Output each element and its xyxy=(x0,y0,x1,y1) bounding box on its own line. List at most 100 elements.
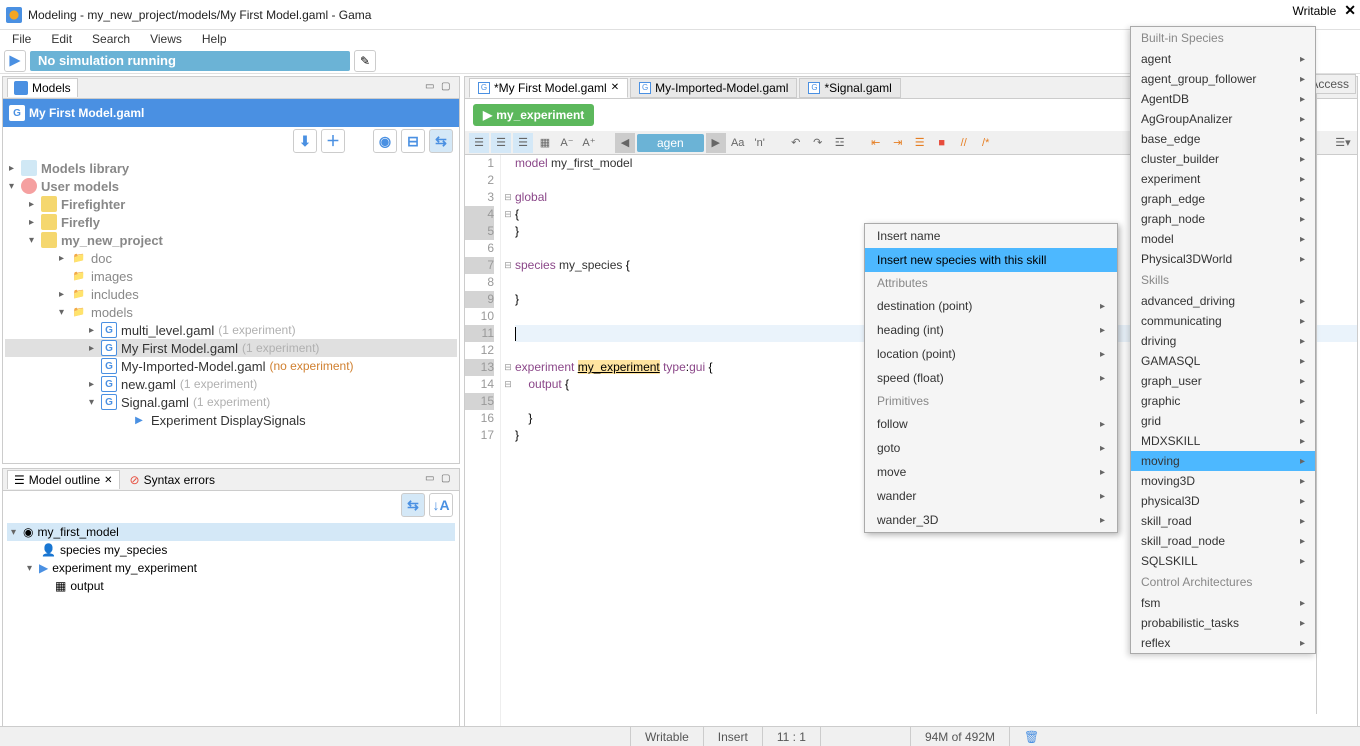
sync-button[interactable]: ⇆ xyxy=(401,493,425,517)
cm-prim-0[interactable]: follow▸ xyxy=(865,412,1117,436)
block-comment-icon[interactable]: /* xyxy=(976,133,996,153)
list-icon[interactable]: ☰ xyxy=(469,133,489,153)
cm-insert-species[interactable]: Insert new species with this skill xyxy=(865,248,1117,272)
run-button[interactable] xyxy=(4,50,26,72)
side-menu[interactable]: Built-in Species agent▸ agent_group_foll… xyxy=(1130,26,1316,654)
sm-species-7[interactable]: graph_edge▸ xyxy=(1131,189,1315,209)
edit-icon[interactable]: ✎ xyxy=(354,50,376,72)
sm-skill-4[interactable]: graph_user▸ xyxy=(1131,371,1315,391)
context-menu[interactable]: Insert name Insert new species with this… xyxy=(864,223,1118,533)
library-icon xyxy=(21,160,37,176)
regex-icon[interactable]: 'n' xyxy=(750,133,770,153)
cm-prim-4[interactable]: wander_3D▸ xyxy=(865,508,1117,532)
sort-button[interactable]: ↓A xyxy=(429,493,453,517)
project-tree[interactable]: ▸Models library ▾User models ▸Firefighte… xyxy=(3,155,459,463)
format-icon[interactable]: ☰ xyxy=(910,133,930,153)
sm-skill-moving[interactable]: moving▸ xyxy=(1131,451,1315,471)
grid-icon[interactable]: ▦ xyxy=(535,133,555,153)
menu-file[interactable]: File xyxy=(4,32,39,46)
status-memory: 94M of 492M xyxy=(910,727,1009,746)
sm-species-3[interactable]: AgGroupAnalizer▸ xyxy=(1131,109,1315,129)
list-icon[interactable]: ☲ xyxy=(830,133,850,153)
app-icon xyxy=(6,7,22,23)
collapse-button[interactable]: ⊟ xyxy=(401,129,425,153)
font-larger-icon[interactable]: A⁺ xyxy=(579,133,599,153)
menu-help[interactable]: Help xyxy=(194,32,235,46)
sm-skill-11[interactable]: skill_road▸ xyxy=(1131,511,1315,531)
cm-attr-2[interactable]: location (point)▸ xyxy=(865,342,1117,366)
font-smaller-icon[interactable]: A⁻ xyxy=(557,133,577,153)
sm-skill-0[interactable]: advanced_driving▸ xyxy=(1131,291,1315,311)
list-icon[interactable]: ☰ xyxy=(513,133,533,153)
chevron-right-icon: ▸ xyxy=(1100,467,1105,478)
sm-species-6[interactable]: experiment▸ xyxy=(1131,169,1315,189)
cm-attr-0[interactable]: destination (point)▸ xyxy=(865,294,1117,318)
outdent-icon[interactable]: ⇥ xyxy=(888,133,908,153)
sm-skill-6[interactable]: grid▸ xyxy=(1131,411,1315,431)
undo-icon[interactable]: ↶ xyxy=(786,133,806,153)
prev-icon[interactable]: ◀ xyxy=(615,133,635,153)
comment-icon[interactable]: // xyxy=(954,133,974,153)
sm-species-1[interactable]: agent_group_follower▸ xyxy=(1131,69,1315,89)
menu-views[interactable]: Views xyxy=(142,32,190,46)
sm-skill-12[interactable]: skill_road_node▸ xyxy=(1131,531,1315,551)
cm-section-primitives: Primitives xyxy=(865,390,1117,412)
sm-species-0[interactable]: agent▸ xyxy=(1131,49,1315,69)
indent-icon[interactable]: ⇤ xyxy=(866,133,886,153)
cm-prim-2[interactable]: move▸ xyxy=(865,460,1117,484)
pane-actions[interactable]: ▭▢ xyxy=(425,473,455,487)
sm-skill-5[interactable]: graphic▸ xyxy=(1131,391,1315,411)
camera-button[interactable]: ◉ xyxy=(373,129,397,153)
sm-skill-10[interactable]: physical3D▸ xyxy=(1131,491,1315,511)
file-header: G My First Model.gaml xyxy=(3,99,459,127)
outline-tab[interactable]: ☰Model outline✕ xyxy=(7,470,120,489)
search-input[interactable]: agen xyxy=(637,134,704,152)
sm-species-5[interactable]: cluster_builder▸ xyxy=(1131,149,1315,169)
cm-attr-1[interactable]: heading (int)▸ xyxy=(865,318,1117,342)
menu-edit[interactable]: Edit xyxy=(43,32,80,46)
sm-species-4[interactable]: base_edge▸ xyxy=(1131,129,1315,149)
editor-tab-1[interactable]: GMy-Imported-Model.gaml xyxy=(630,78,797,98)
new-button[interactable]: ＋ xyxy=(321,129,345,153)
cm-insert-name[interactable]: Insert name xyxy=(865,224,1117,248)
sm-species-10[interactable]: Physical3DWorld▸ xyxy=(1131,249,1315,269)
cm-prim-3[interactable]: wander▸ xyxy=(865,484,1117,508)
gaml-icon: G xyxy=(808,82,820,94)
stop-icon[interactable]: ■ xyxy=(932,133,952,153)
run-experiment-button[interactable]: ▶my_experiment xyxy=(473,104,594,126)
sm-ctrl-0[interactable]: fsm▸ xyxy=(1131,593,1315,613)
sm-species-2[interactable]: AgentDB▸ xyxy=(1131,89,1315,109)
sm-species-9[interactable]: model▸ xyxy=(1131,229,1315,249)
editor-tab-2[interactable]: G*Signal.gaml xyxy=(799,78,900,98)
close-icon[interactable]: ✕ xyxy=(1344,2,1356,19)
syntax-tab[interactable]: ⊘Syntax errors xyxy=(124,471,221,489)
models-tab[interactable]: Models xyxy=(7,78,78,97)
pane-actions[interactable]: ▭▢ xyxy=(425,81,455,95)
sm-skill-1[interactable]: communicating▸ xyxy=(1131,311,1315,331)
next-icon[interactable]: ▶ xyxy=(706,133,726,153)
list-icon[interactable]: ☰ xyxy=(491,133,511,153)
sm-skill-13[interactable]: SQLSKILL▸ xyxy=(1131,551,1315,571)
menu-search[interactable]: Search xyxy=(84,32,138,46)
sm-ctrl-1[interactable]: probabilistic_tasks▸ xyxy=(1131,613,1315,633)
gaml-icon: G xyxy=(101,358,117,374)
sm-ctrl-2[interactable]: reflex▸ xyxy=(1131,633,1315,653)
redo-icon[interactable]: ↷ xyxy=(808,133,828,153)
sm-species-8[interactable]: graph_node▸ xyxy=(1131,209,1315,229)
cm-prim-1[interactable]: goto▸ xyxy=(865,436,1117,460)
cm-attr-3[interactable]: speed (float)▸ xyxy=(865,366,1117,390)
sm-skill-7[interactable]: MDXSKILL▸ xyxy=(1131,431,1315,451)
editor-tab-0[interactable]: G*My First Model.gaml✕ xyxy=(469,78,628,98)
outline-tree[interactable]: ▾◉my_first_model 👤species my_species ▾▶e… xyxy=(3,519,459,743)
sm-skill-3[interactable]: GAMASQL▸ xyxy=(1131,351,1315,371)
gaml-icon: G xyxy=(101,340,117,356)
sm-skill-2[interactable]: driving▸ xyxy=(1131,331,1315,351)
chevron-right-icon: ▸ xyxy=(1100,301,1105,312)
species-icon: 👤 xyxy=(41,543,56,557)
trash-icon[interactable]: 🗑 xyxy=(1009,727,1053,746)
match-case-icon[interactable]: Aa xyxy=(728,133,748,153)
sm-section-skills: Skills xyxy=(1131,269,1315,291)
sm-skill-9[interactable]: moving3D▸ xyxy=(1131,471,1315,491)
link-button[interactable]: ⇆ xyxy=(429,129,453,153)
import-button[interactable]: ⬇ xyxy=(293,129,317,153)
